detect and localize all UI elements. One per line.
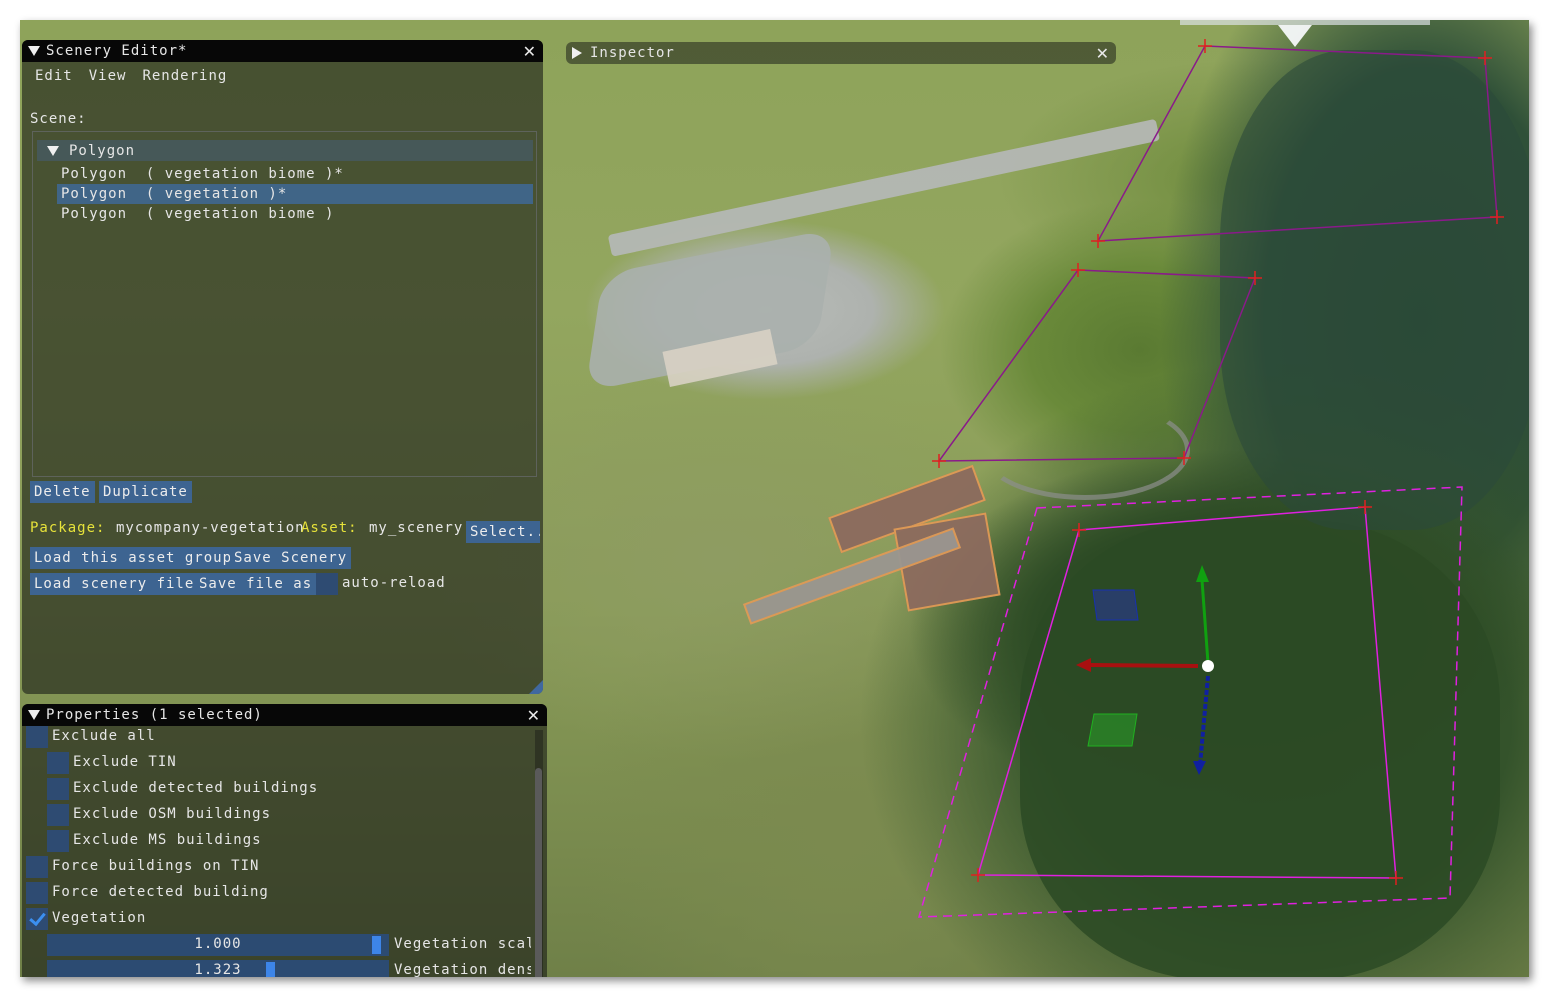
x-axis-arrow xyxy=(1089,663,1199,668)
exclude-all-checkbox[interactable] xyxy=(26,726,48,748)
properties-titlebar[interactable]: Properties (1 selected) ✕ xyxy=(22,704,547,726)
asset-label: Asset: xyxy=(301,520,358,536)
menu-rendering[interactable]: Rendering xyxy=(142,68,227,84)
asset-value: my_scenery xyxy=(369,520,464,536)
viewport-frame: Scenery Editor* ✕ Edit View Rendering Sc… xyxy=(20,20,1529,977)
vegetation-density-slider[interactable]: 1.323 xyxy=(47,960,389,977)
xy-plane-handle[interactable] xyxy=(1087,713,1138,747)
scene-tree: Polygon Polygon ( vegetation biome )* Po… xyxy=(32,131,537,477)
polygon-vegetation-biome-1[interactable] xyxy=(1096,45,1498,242)
slider-value: 1.000 xyxy=(194,936,242,952)
vegetation-checkbox[interactable] xyxy=(26,908,48,930)
save-file-as-button[interactable]: Save file as xyxy=(195,573,317,595)
auto-reload-checkbox[interactable] xyxy=(316,573,338,595)
scrollbar-thumb[interactable] xyxy=(535,768,542,977)
exclude-tin-label: Exclude TIN xyxy=(73,754,177,770)
tree-group-polygon[interactable]: Polygon xyxy=(37,140,533,161)
slider-grab[interactable] xyxy=(372,936,382,954)
scenery-editor-titlebar[interactable]: Scenery Editor* ✕ xyxy=(22,40,543,62)
exclude-all-label: Exclude all xyxy=(52,728,156,744)
force-buildings-on-tin-checkbox[interactable] xyxy=(26,856,48,878)
tree-item-label: Polygon ( vegetation biome )* xyxy=(61,166,344,182)
force-buildings-on-tin-label: Force buildings on TIN xyxy=(52,858,260,874)
scenery-editor-window: Scenery Editor* ✕ Edit View Rendering Sc… xyxy=(22,40,543,694)
slider-grab[interactable] xyxy=(266,962,276,977)
menu-edit[interactable]: Edit xyxy=(35,68,73,84)
tree-group-label: Polygon xyxy=(69,142,136,159)
y-axis-arrowhead xyxy=(1196,565,1209,582)
polygon-vegetation-biome-2[interactable] xyxy=(937,269,1257,462)
close-icon[interactable]: ✕ xyxy=(1096,44,1110,63)
polygon-vegetation-selected[interactable] xyxy=(977,506,1397,879)
close-icon[interactable]: ✕ xyxy=(527,706,541,725)
save-scenery-button[interactable]: Save Scenery xyxy=(230,547,352,569)
tree-item-label: Polygon ( vegetation )* xyxy=(61,186,288,202)
vegetation-scale-slider[interactable]: 1.000 xyxy=(47,934,389,956)
slider-value: 1.323 xyxy=(194,962,242,977)
y-axis-arrow xyxy=(1200,579,1210,664)
vertex-markers[interactable] xyxy=(932,39,1504,885)
tree-item[interactable]: Polygon ( vegetation biome )* xyxy=(57,164,533,184)
package-label: Package: xyxy=(30,520,106,536)
properties-title: Properties (1 selected) xyxy=(46,707,263,723)
exclude-tin-checkbox[interactable] xyxy=(47,752,69,774)
collapse-triangle-icon[interactable] xyxy=(28,46,40,56)
delete-button[interactable]: Delete xyxy=(30,481,95,503)
exclude-ms-buildings-label: Exclude MS buildings xyxy=(73,832,262,848)
force-detected-building-label: Force detected building xyxy=(52,884,269,900)
close-icon[interactable]: ✕ xyxy=(523,42,537,61)
scene-label: Scene: xyxy=(30,111,87,127)
collapse-triangle-icon[interactable] xyxy=(28,710,40,720)
vegetation-scale-label: Vegetation scale xyxy=(394,936,531,952)
xz-plane-handle[interactable] xyxy=(1092,589,1139,621)
load-scenery-file-button[interactable]: Load scenery file xyxy=(30,573,199,595)
tree-expand-icon[interactable] xyxy=(47,145,59,156)
tree-item[interactable]: Polygon ( vegetation biome ) xyxy=(57,204,533,224)
inspector-window: Inspector ✕ xyxy=(566,42,1116,64)
resize-grip[interactable] xyxy=(529,680,543,694)
select-asset-button[interactable]: Select.. xyxy=(466,521,540,543)
duplicate-button[interactable]: Duplicate xyxy=(99,481,192,503)
package-value: mycompany-vegetation xyxy=(116,520,305,536)
tree-item-label: Polygon ( vegetation biome ) xyxy=(61,206,335,222)
inspector-titlebar[interactable]: Inspector ✕ xyxy=(566,42,1116,64)
tree-item-selected[interactable]: Polygon ( vegetation )* xyxy=(57,184,533,204)
exclude-osm-buildings-checkbox[interactable] xyxy=(47,804,69,826)
force-detected-building-checkbox[interactable] xyxy=(26,882,48,904)
z-axis-arrow xyxy=(1198,675,1210,766)
menu-view[interactable]: View xyxy=(89,68,127,84)
vegetation-density-label: Vegetation dens xyxy=(394,962,531,977)
exclude-ms-buildings-checkbox[interactable] xyxy=(47,830,69,852)
menu-bar: Edit View Rendering xyxy=(22,62,543,90)
expand-triangle-icon[interactable] xyxy=(572,47,582,59)
exclude-detected-buildings-checkbox[interactable] xyxy=(47,778,69,800)
z-axis-arrowhead xyxy=(1193,761,1206,775)
auto-reload-label: auto-reload xyxy=(342,575,446,591)
vegetation-label: Vegetation xyxy=(52,910,147,926)
exclude-detected-buildings-label: Exclude detected buildings xyxy=(73,780,319,796)
load-asset-group-button[interactable]: Load this asset group xyxy=(30,547,237,569)
exclude-osm-buildings-label: Exclude OSM buildings xyxy=(73,806,272,822)
gizmo-center xyxy=(1202,660,1214,672)
x-axis-arrowhead xyxy=(1076,658,1091,672)
properties-window: Properties (1 selected) ✕ Exclude all Ex… xyxy=(22,704,547,977)
inspector-title: Inspector xyxy=(590,45,675,61)
window-title: Scenery Editor* xyxy=(46,43,188,59)
